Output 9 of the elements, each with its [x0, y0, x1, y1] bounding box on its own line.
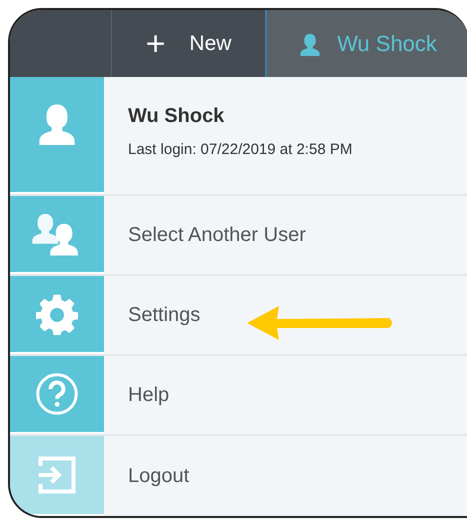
menu-item[interactable]: Help [128, 380, 170, 410]
help-icon [35, 372, 79, 416]
menu-item[interactable]: Select Another User [128, 220, 306, 250]
user-name: Wu Shock [128, 104, 226, 129]
gear-icon [36, 293, 78, 335]
menu-item[interactable]: Settings [128, 300, 200, 330]
user-icon [299, 32, 322, 56]
menu-item[interactable]: Logout [128, 461, 190, 491]
last-login-text: Last login: 07/22/2019 at 2:58 PM [128, 140, 352, 160]
